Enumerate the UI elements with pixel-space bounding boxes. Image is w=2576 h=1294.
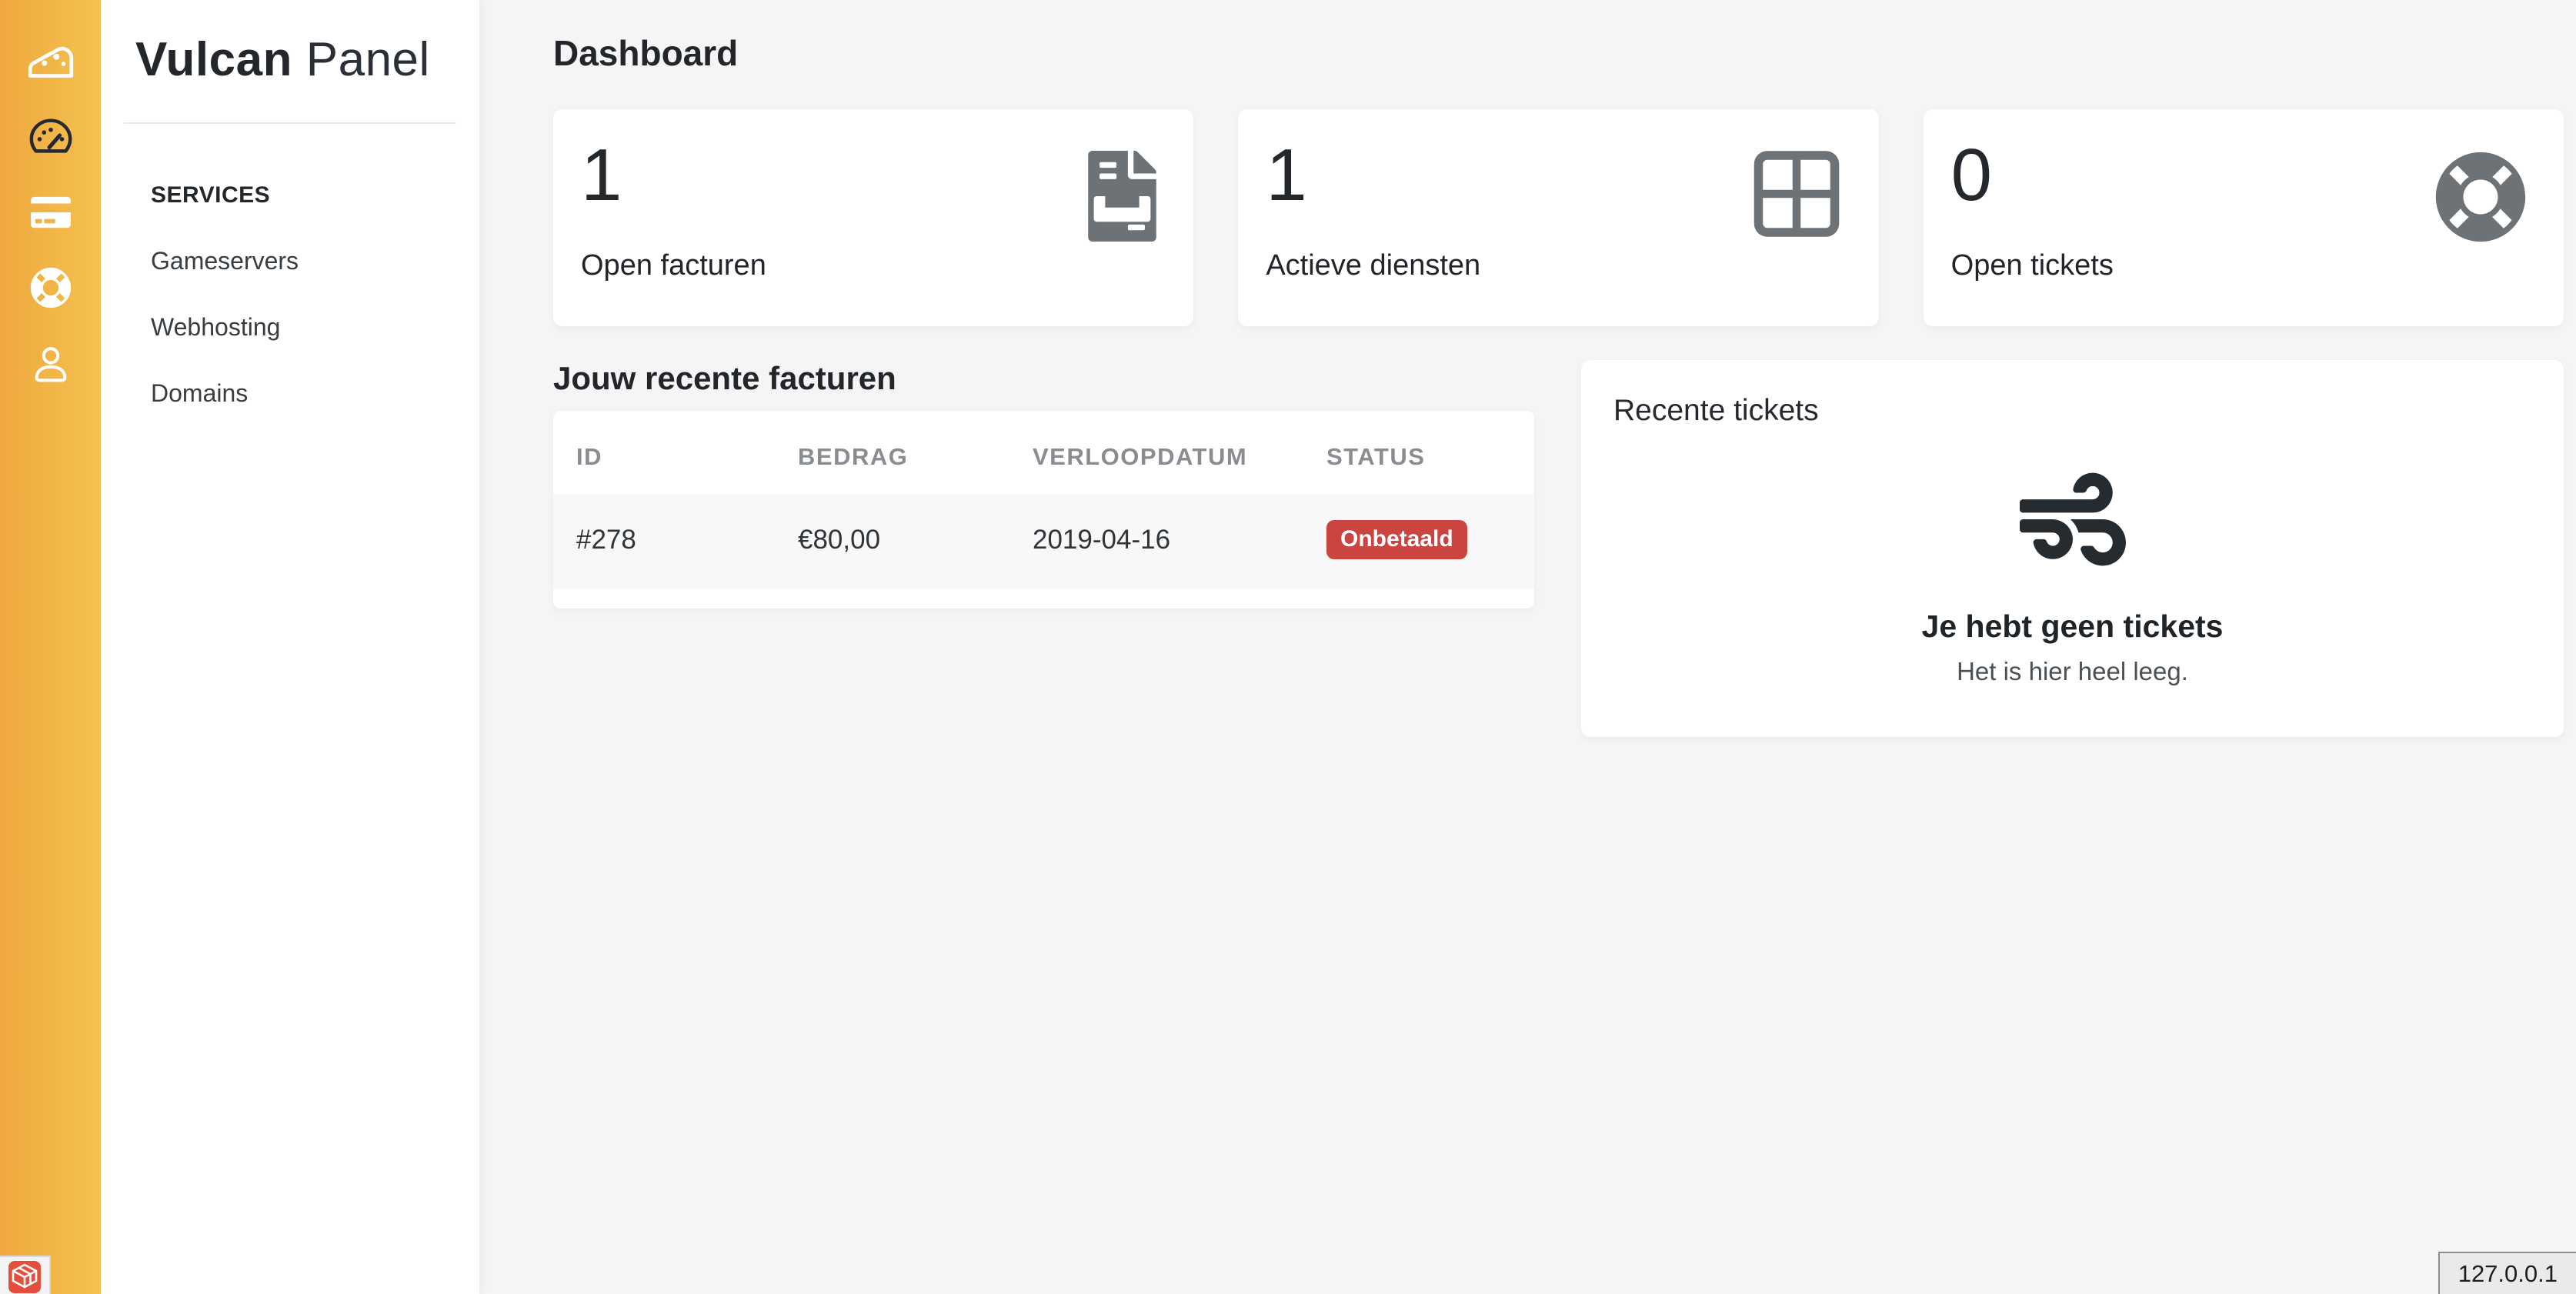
status-tooltip: 127.0.0.1 (2438, 1252, 2576, 1294)
grid-icon (1751, 151, 1842, 241)
brand-name-light: Panel (306, 33, 430, 86)
brand-title[interactable]: Vulcan Panel (135, 32, 479, 87)
nav-support[interactable] (25, 266, 76, 312)
services-section-title: SERVICES (151, 182, 479, 208)
invoice-bedrag: €80,00 (775, 494, 1009, 589)
tickets-title: Recente tickets (1613, 394, 2531, 428)
stats-row: 1 Open facturen 1 Actieve diensten 0 Ope… (553, 109, 2564, 326)
invoice-row[interactable]: #278 €80,00 2019-04-16 Onbetaald (553, 494, 1534, 589)
recent-tickets-card: Recente tickets Je hebt geen tickets Het… (1581, 360, 2564, 737)
tickets-empty-state: Je hebt geen tickets Het is hier heel le… (1613, 466, 2531, 686)
invoices-section-title: Jouw recente facturen (553, 360, 1534, 397)
nav-dashboard[interactable] (25, 115, 76, 162)
column-header-status: STATUS (1303, 411, 1534, 494)
stat-label: Actieve diensten (1266, 249, 1841, 282)
sidebar-item-gameservers[interactable]: Gameservers (151, 248, 479, 273)
stat-card-open-facturen: 1 Open facturen (553, 109, 1193, 326)
services-nav: Gameservers Webhosting Domains (151, 248, 479, 405)
laravel-logo-icon (8, 1260, 42, 1294)
brand-logo-button[interactable] (25, 40, 76, 86)
cheese-logo-icon (25, 39, 76, 88)
stat-value: 1 (581, 138, 1156, 212)
nav-sidebar: Vulcan Panel SERVICES Gameservers Webhos… (101, 0, 479, 1294)
nav-account[interactable] (25, 342, 76, 388)
stat-card-actieve-diensten: 1 Actieve diensten (1238, 109, 1878, 326)
stat-label: Open tickets (1951, 249, 2527, 282)
life-ring-icon (2434, 151, 2527, 247)
page-title: Dashboard (553, 35, 2564, 71)
invoice-id: #278 (553, 494, 775, 589)
invoice-verloopdatum: 2019-04-16 (1009, 494, 1303, 589)
tickets-empty-subtitle: Het is hier heel leeg. (1613, 657, 2531, 686)
life-ring-icon (30, 267, 72, 312)
column-header-verloopdatum: VERLOOPDATUM (1009, 411, 1303, 494)
table-header-row: ID BEDRAG VERLOOPDATUM STATUS (553, 411, 1534, 494)
nav-billing[interactable] (25, 191, 76, 237)
stat-card-open-tickets: 0 Open tickets (1924, 109, 2564, 326)
brand-name-bold: Vulcan (135, 33, 292, 86)
column-header-id: ID (553, 411, 775, 494)
dashboard-gauge-icon (27, 115, 75, 162)
credit-card-icon (28, 195, 73, 234)
wind-icon (1613, 466, 2531, 576)
invoices-table-card: ID BEDRAG VERLOOPDATUM STATUS #278 €80,0… (553, 411, 1534, 609)
main-content: Dashboard 1 Open facturen 1 Actieve dien… (479, 0, 2576, 1294)
icon-sidebar (0, 0, 101, 1294)
invoices-table: ID BEDRAG VERLOOPDATUM STATUS #278 €80,0… (553, 411, 1534, 589)
sidebar-item-webhosting[interactable]: Webhosting (151, 315, 479, 339)
file-invoice-icon (1088, 151, 1156, 245)
tickets-empty-title: Je hebt geen tickets (1613, 609, 2531, 645)
second-row: Jouw recente facturen ID BEDRAG VERLOOPD… (553, 360, 2564, 737)
column-header-bedrag: BEDRAG (775, 411, 1009, 494)
debugbar-toggle-button[interactable] (0, 1256, 51, 1294)
status-badge: Onbetaald (1326, 520, 1467, 559)
sidebar-divider (124, 122, 456, 124)
stat-label: Open facturen (581, 249, 1156, 282)
sidebar-item-domains[interactable]: Domains (151, 381, 479, 405)
recent-invoices-section: Jouw recente facturen ID BEDRAG VERLOOPD… (553, 360, 1534, 609)
user-icon (29, 342, 72, 389)
